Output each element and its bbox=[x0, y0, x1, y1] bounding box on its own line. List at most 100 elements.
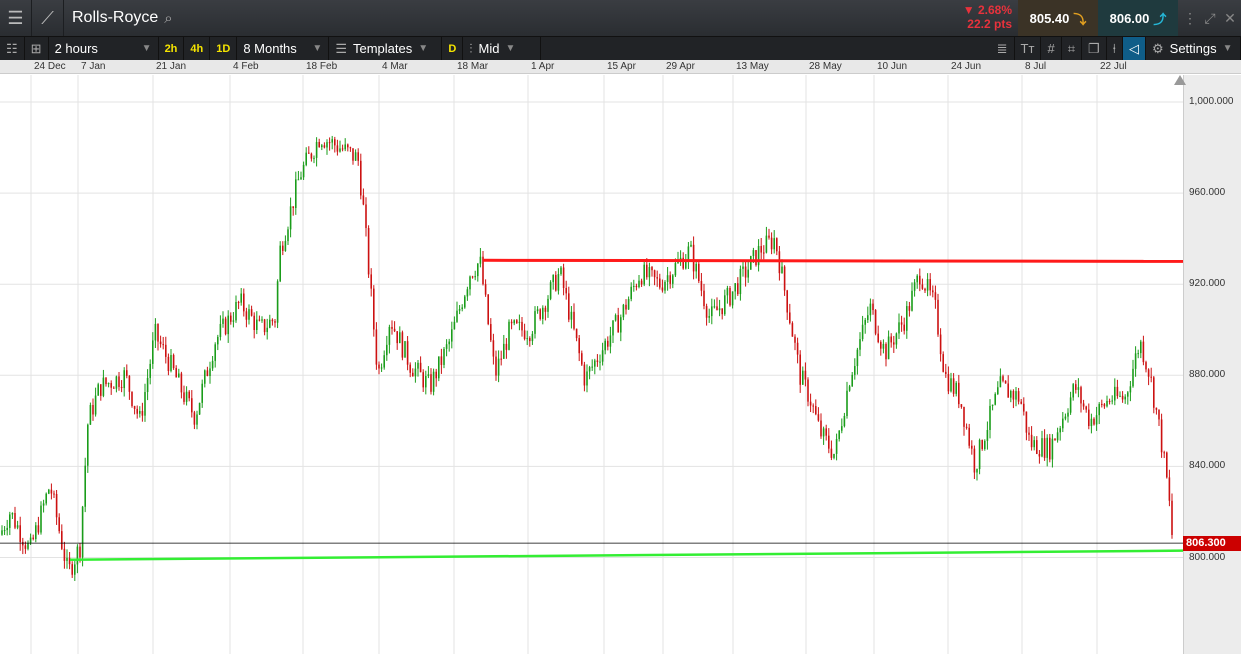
candle bbox=[594, 360, 596, 367]
candle bbox=[53, 493, 55, 495]
candle bbox=[1033, 440, 1035, 448]
candle bbox=[243, 293, 245, 312]
crosshair-icon[interactable]: ⍿ bbox=[1107, 36, 1123, 61]
candle bbox=[479, 256, 482, 264]
chevron-down-icon: ▼ bbox=[312, 43, 323, 54]
candle bbox=[295, 179, 297, 209]
candle bbox=[1059, 428, 1061, 433]
candle bbox=[219, 323, 222, 337]
draw-tools-icon[interactable]: ⌗ bbox=[1062, 36, 1083, 61]
menu-icon[interactable]: ☰ bbox=[0, 0, 32, 36]
candle bbox=[120, 386, 123, 389]
sell-button[interactable]: 805.40 ⤵ bbox=[1018, 0, 1098, 36]
candle bbox=[575, 328, 578, 339]
candle bbox=[198, 402, 201, 415]
quick-4h[interactable]: 4h bbox=[184, 36, 211, 61]
close-icon[interactable]: ✕ bbox=[1220, 10, 1240, 27]
interval-select[interactable]: 2 hours ▼ bbox=[49, 36, 159, 61]
candle bbox=[14, 513, 16, 528]
range-select[interactable]: 8 Months ▼ bbox=[237, 36, 330, 61]
candle bbox=[1145, 362, 1147, 370]
candle bbox=[144, 392, 146, 416]
date-label: 29 Apr bbox=[666, 61, 695, 72]
candle bbox=[178, 373, 180, 378]
candle bbox=[146, 377, 149, 393]
candle bbox=[911, 290, 913, 311]
candle bbox=[848, 386, 851, 391]
d-button[interactable]: D bbox=[442, 36, 464, 61]
candle bbox=[42, 503, 45, 506]
candle bbox=[315, 142, 318, 158]
grid-icon[interactable]: # bbox=[1041, 36, 1062, 61]
candle bbox=[149, 363, 151, 378]
candle bbox=[360, 160, 362, 196]
header-bar: ☰ ⟋ Rolls-Royce ⌕ ▼ 2.68% 22.2 pts 805.40… bbox=[0, 0, 1241, 36]
quick-2h[interactable]: 2h bbox=[159, 36, 185, 61]
candle bbox=[105, 377, 107, 385]
quick-1d[interactable]: 1D bbox=[210, 36, 238, 61]
candle bbox=[1098, 403, 1100, 416]
last-price-label: 806.300 bbox=[1183, 536, 1241, 551]
candle bbox=[625, 304, 627, 310]
candle bbox=[1101, 403, 1103, 405]
candle bbox=[357, 152, 359, 161]
candle bbox=[201, 383, 203, 403]
candle bbox=[646, 264, 648, 278]
candle bbox=[1116, 386, 1119, 397]
interval-value: 2 hours bbox=[54, 41, 98, 56]
candle bbox=[32, 537, 34, 540]
candle bbox=[664, 281, 666, 291]
candle bbox=[986, 430, 989, 441]
candle bbox=[6, 527, 8, 531]
candle bbox=[898, 322, 900, 334]
price-chart[interactable] bbox=[0, 75, 1183, 654]
drag-handle-icon[interactable]: ⋮ bbox=[1180, 10, 1200, 27]
layout-icon[interactable]: ⊞ bbox=[25, 36, 49, 61]
scroll-up-icon[interactable] bbox=[1174, 75, 1186, 85]
candle bbox=[430, 374, 432, 392]
candle bbox=[503, 343, 505, 359]
candle bbox=[1132, 368, 1134, 387]
candle bbox=[640, 280, 643, 285]
chart-type-icon[interactable]: ⟋ bbox=[32, 0, 64, 36]
layers-icon[interactable]: ❐ bbox=[1082, 36, 1107, 61]
candle bbox=[1077, 387, 1080, 390]
candle bbox=[248, 309, 250, 320]
candle bbox=[1067, 412, 1069, 417]
candle bbox=[599, 361, 601, 363]
candle bbox=[984, 440, 986, 449]
candle bbox=[968, 427, 970, 446]
settings-button[interactable]: ⚙ Settings ▼ bbox=[1146, 36, 1241, 61]
candle bbox=[916, 275, 918, 283]
text-size-icon[interactable]: Tт bbox=[1015, 36, 1042, 61]
candle bbox=[544, 307, 547, 312]
search-icon[interactable]: ⌕ bbox=[164, 10, 172, 27]
candle bbox=[734, 283, 736, 292]
candle bbox=[113, 387, 115, 389]
candle bbox=[1090, 418, 1093, 427]
price-axis[interactable]: 1,000.000 960.000 920.000 880.000 840.000 800… bbox=[1174, 75, 1241, 654]
buy-button[interactable]: 806.00 ⤴ bbox=[1098, 0, 1178, 36]
candle bbox=[175, 368, 177, 378]
instrument-title[interactable]: Rolls-Royce bbox=[72, 9, 158, 27]
candle bbox=[448, 341, 450, 345]
candle bbox=[1103, 404, 1106, 407]
candle bbox=[136, 408, 138, 414]
candle bbox=[237, 302, 240, 304]
candle bbox=[893, 342, 895, 345]
candle bbox=[217, 336, 219, 345]
candle bbox=[1108, 400, 1111, 402]
price-type-select[interactable]: ⫶ Mid ▼ bbox=[463, 36, 542, 61]
candle bbox=[950, 378, 952, 392]
candle bbox=[61, 531, 63, 549]
price-label-icon[interactable]: ◁ bbox=[1123, 36, 1146, 61]
expand-icon[interactable]: ⤢ bbox=[1200, 10, 1220, 27]
list-icon[interactable]: ☷ bbox=[0, 36, 25, 61]
candle bbox=[427, 374, 430, 377]
candle bbox=[339, 148, 341, 152]
axis-icon[interactable]: ≣ bbox=[991, 36, 1015, 61]
candle bbox=[981, 440, 983, 449]
templates-select[interactable]: ☰ Templates ▼ bbox=[329, 36, 443, 61]
candle bbox=[1051, 438, 1054, 460]
candle bbox=[721, 308, 723, 315]
